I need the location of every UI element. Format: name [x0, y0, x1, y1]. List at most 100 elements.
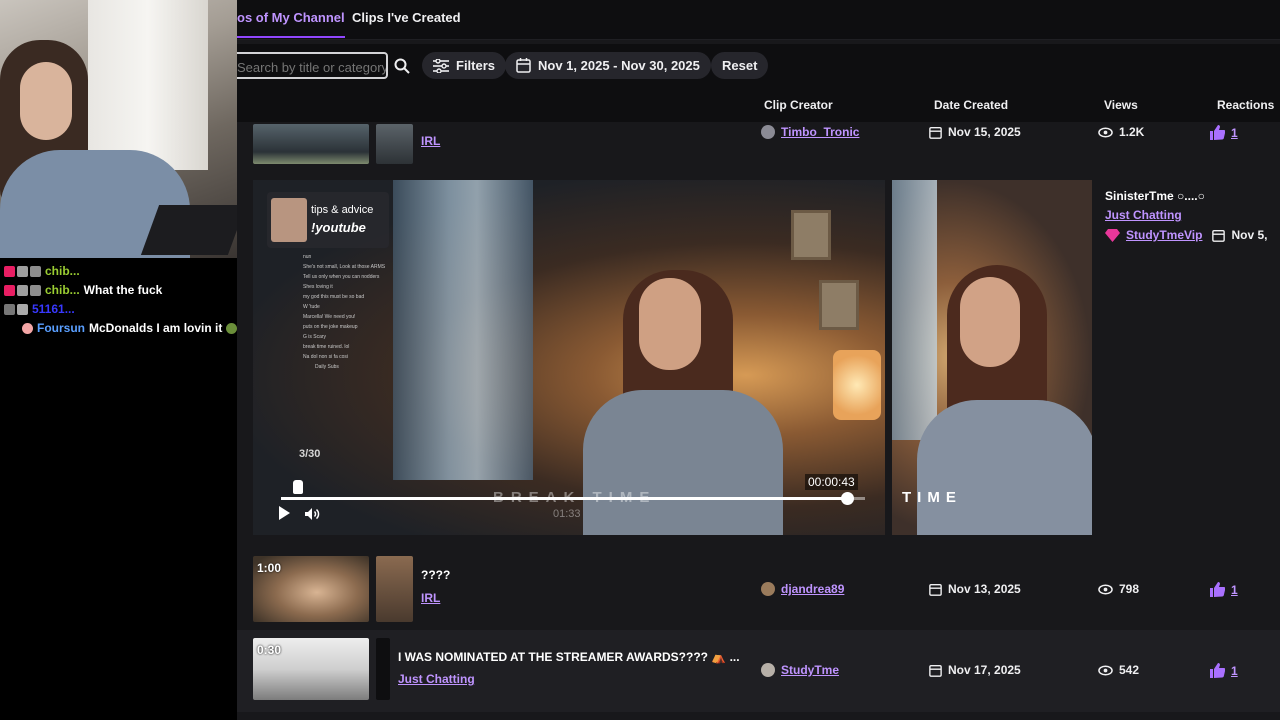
search-input[interactable]	[237, 52, 388, 79]
filters-button[interactable]: Filters	[422, 52, 507, 79]
reset-button[interactable]: Reset	[711, 52, 769, 79]
creator-link[interactable]: djandrea89	[781, 582, 844, 596]
clip-duration: 1:00	[257, 561, 282, 575]
reactions-cell[interactable]: 1	[1209, 663, 1238, 678]
avatar	[761, 582, 775, 596]
stream-chat: chib... chib... What the fuck 51161... F…	[0, 258, 238, 720]
column-views[interactable]: Views	[1104, 98, 1138, 112]
column-clip-creator[interactable]: Clip Creator	[764, 98, 833, 112]
play-icon[interactable]	[279, 506, 290, 520]
video-chat-line: Na dol non si fa cosi	[303, 354, 349, 360]
clip-title[interactable]: ????	[421, 568, 450, 582]
reactions-count: 1	[1231, 125, 1238, 140]
gift-badge-icon	[30, 265, 41, 277]
search-icon	[394, 58, 410, 74]
clip-title[interactable]: I WAS NOMINATED AT THE STREAMER AWARDS??…	[398, 650, 740, 664]
creator-cell: Timbo_Tronic	[761, 125, 859, 139]
gift-badge-icon	[30, 284, 41, 296]
sliders-icon	[433, 58, 449, 73]
seek-bar[interactable]	[281, 492, 865, 505]
clip-thumbnail[interactable]: 0:30	[253, 638, 369, 700]
reset-label: Reset	[722, 58, 758, 73]
thumbs-up-icon	[1210, 582, 1225, 597]
date-range-button[interactable]: Nov 1, 2025 - Nov 30, 2025	[505, 52, 711, 79]
clip-duration: 0:30	[257, 643, 282, 657]
clip-thumbnail-secondary	[376, 124, 413, 164]
video-wall-frame	[819, 280, 859, 330]
table-row[interactable]: 1:00 ???? IRL djandrea89 Nov 13, 2025 79…	[237, 548, 1280, 628]
chat-username[interactable]: 51161...	[32, 302, 75, 316]
mouse-cursor-icon	[293, 480, 303, 494]
chat-badges	[4, 284, 41, 296]
chat-username[interactable]: Foursun	[37, 321, 85, 335]
clip-title[interactable]: SinisterTme ○....○	[1105, 189, 1205, 203]
trophy-badge-icon	[17, 284, 28, 296]
heart-badge-icon	[4, 265, 15, 277]
chat-text: What the fuck	[83, 283, 163, 297]
side-subject-body	[917, 400, 1092, 535]
video-chat-line: nun	[303, 254, 312, 260]
date-text: Nov 5,	[1231, 228, 1268, 242]
clip-thumbnail[interactable]: 1:00	[253, 556, 369, 622]
seek-handle[interactable]	[841, 492, 855, 505]
views-text: 798	[1119, 582, 1140, 596]
table-row[interactable]: IRL Timbo_Tronic Nov 15, 2025 1.2K 1	[237, 122, 1280, 166]
column-date-created[interactable]: Date Created	[934, 98, 1008, 112]
creator-cell: StudyTme	[761, 663, 839, 677]
webcam-overlay	[0, 0, 237, 258]
calendar-icon	[929, 126, 942, 139]
chat-username[interactable]: chib...	[45, 283, 80, 297]
video-chat-line: Shes loving it	[303, 284, 333, 290]
clip-thumbnail[interactable]	[253, 124, 369, 164]
tab-clips-of-my-channel[interactable]: os of My Channel	[237, 10, 345, 38]
clips-manager: os of My Channel Clips I've Created Sear…	[237, 0, 1280, 720]
side-subject-face	[960, 277, 1020, 367]
chat-badges	[4, 265, 41, 277]
creator-link[interactable]: StudyTme	[781, 663, 839, 677]
gem-icon	[1105, 229, 1120, 242]
views-cell: 542	[1098, 663, 1139, 677]
reactions-cell[interactable]: 1	[1209, 125, 1238, 140]
tab-bar: os of My Channel Clips I've Created	[237, 0, 1280, 40]
category-link[interactable]: IRL	[421, 134, 440, 148]
column-reactions[interactable]: Reactions	[1217, 98, 1274, 112]
video-chat-line: Tell us only when you can nodders	[303, 274, 380, 280]
date-text: Nov 13, 2025	[948, 582, 1021, 596]
date-range-label: Nov 1, 2025 - Nov 30, 2025	[538, 58, 700, 73]
chat-badges	[4, 303, 28, 315]
date-cell: Nov 15, 2025	[929, 125, 1021, 139]
clip-preview-secondary: TIME	[892, 180, 1092, 535]
table-header: Clip Creator Date Created Views Reaction…	[237, 86, 1280, 122]
date-text: Nov 15, 2025	[948, 125, 1021, 139]
views-cell: 1.2K	[1098, 125, 1144, 139]
creator-link[interactable]: Timbo_Tronic	[781, 125, 859, 139]
avatar-badge-icon	[22, 322, 33, 334]
views-cell: 798	[1098, 582, 1139, 596]
filter-toolbar: Filters Nov 1, 2025 - Nov 30, 2025 Reset	[237, 44, 1280, 86]
avatar	[761, 663, 775, 677]
clip-video-player[interactable]: tips & advice !youtube nun She's not sma…	[253, 180, 885, 535]
chat-message: chib... What the fuck	[4, 283, 162, 297]
eye-icon	[1098, 665, 1113, 675]
video-chat-line: break time ruined. lol	[303, 344, 350, 350]
video-chat-line: G is Scary	[303, 334, 327, 340]
video-subject-body	[583, 390, 783, 535]
trophy-badge-icon	[17, 265, 28, 277]
tab-clips-ive-created[interactable]: Clips I've Created	[352, 10, 461, 25]
reactions-cell[interactable]: 1	[1209, 582, 1238, 597]
side-time-text: TIME	[902, 489, 962, 506]
table-row[interactable]: 0:30 I WAS NOMINATED AT THE STREAMER AWA…	[237, 630, 1280, 712]
video-chat-line: Marcella! We need you!	[303, 314, 356, 320]
creator-link[interactable]: StudyTmeVip	[1126, 228, 1202, 242]
search-button[interactable]	[390, 52, 414, 79]
category-link[interactable]: Just Chatting	[398, 672, 475, 686]
chat-username[interactable]: chib...	[45, 264, 80, 278]
views-text: 1.2K	[1119, 125, 1145, 139]
category-link[interactable]: Just Chatting	[1105, 208, 1182, 222]
category-link[interactable]: IRL	[421, 591, 440, 605]
side-window	[892, 180, 937, 440]
thumbs-up-icon	[1210, 663, 1225, 678]
eye-icon	[1098, 584, 1113, 594]
volume-icon[interactable]	[304, 507, 320, 521]
reactions-count: 1	[1231, 582, 1238, 597]
